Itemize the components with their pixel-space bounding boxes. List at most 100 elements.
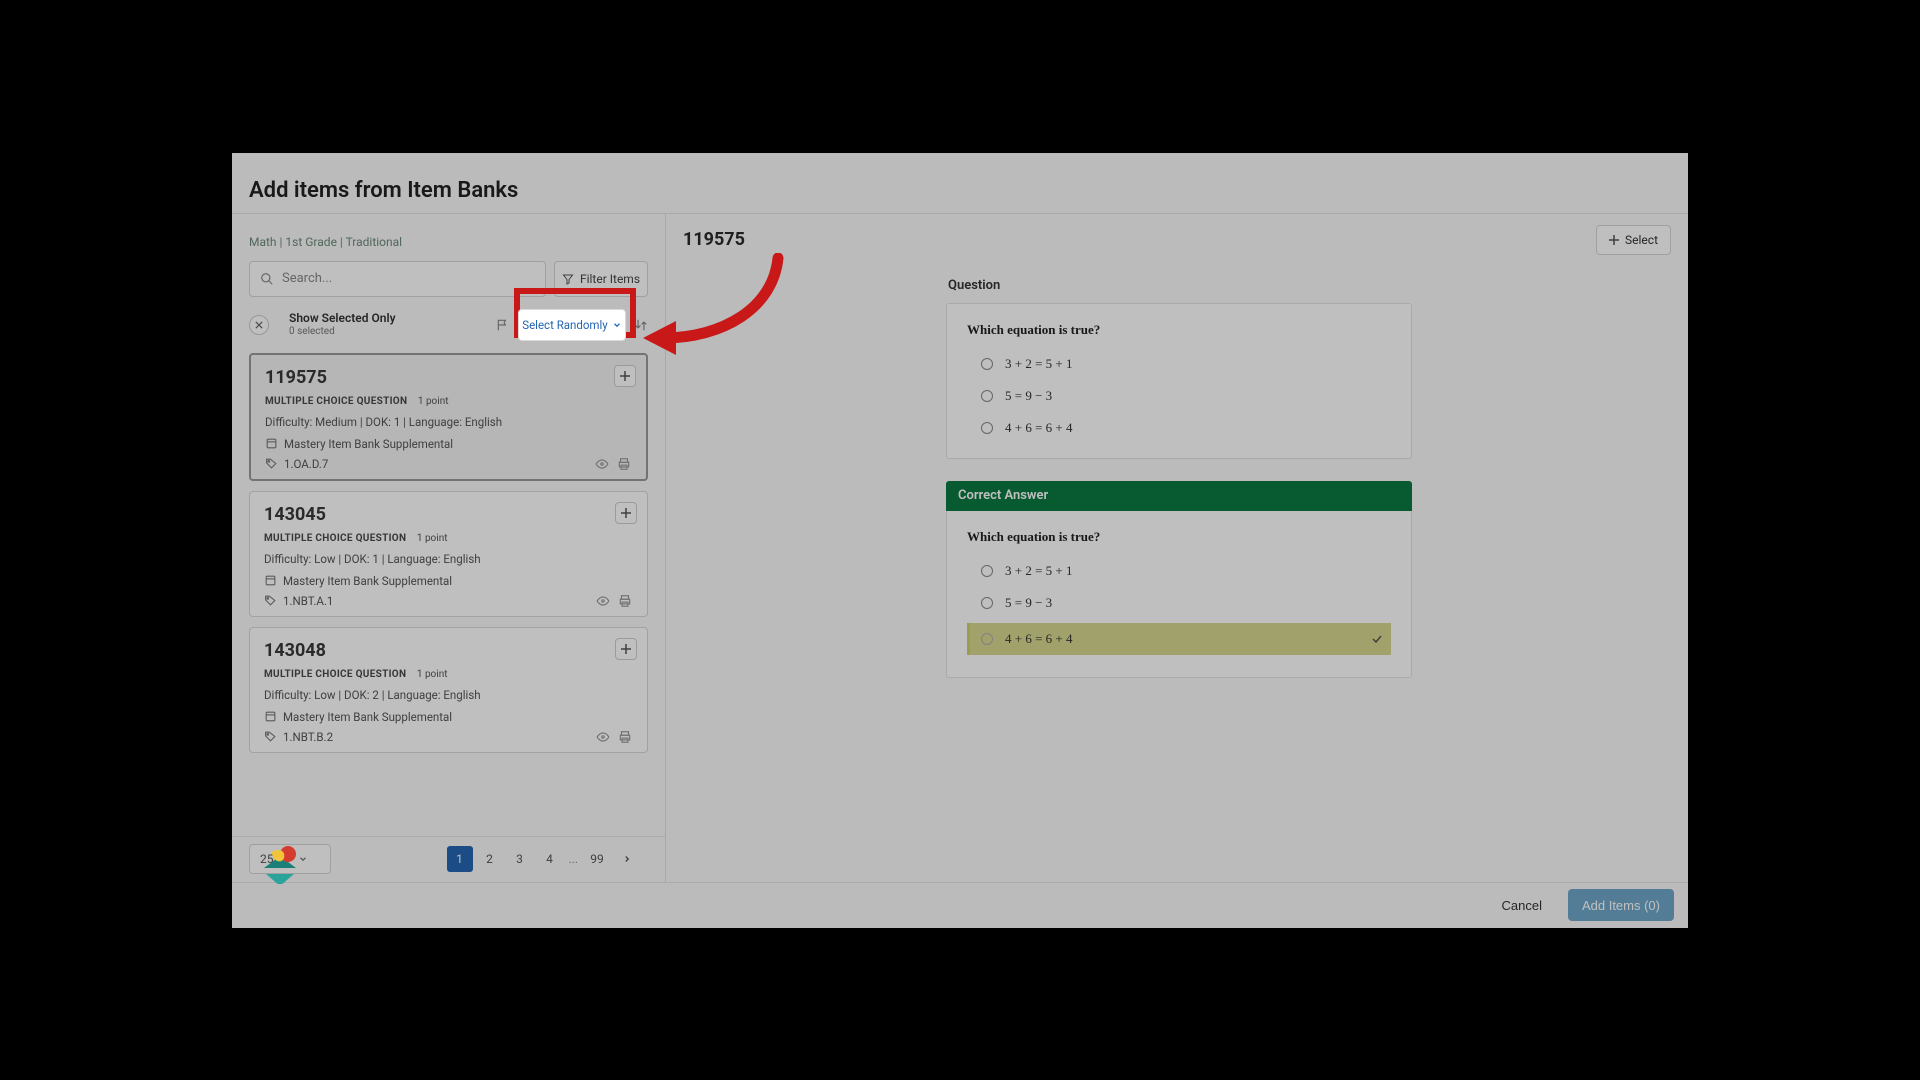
passage-icon[interactable] (595, 730, 611, 744)
modal-footer: Cancel Add Items (0) (232, 882, 1688, 928)
check-icon (1371, 633, 1383, 645)
item-footer: 1.NBT.B.2 (264, 730, 633, 744)
item-meta: Difficulty: Low | DOK: 2 | Language: Eng… (264, 688, 633, 702)
correct-answer-header: Correct Answer (946, 481, 1412, 511)
item-bank: Mastery Item Bank Supplemental (265, 437, 632, 451)
question-text: Which equation is true? (967, 529, 1391, 545)
page-button[interactable]: 3 (507, 846, 533, 872)
radio-icon (981, 597, 993, 609)
select-label: Select (1625, 233, 1658, 247)
answer-text: 4 + 6 = 6 + 4 (1005, 420, 1073, 436)
filter-label: Filter Items (580, 272, 640, 286)
answer-text: 5 = 9 − 3 (1005, 388, 1052, 404)
preview-id: 119575 (683, 229, 745, 250)
add-item-button[interactable] (614, 365, 636, 387)
preview-panel: 119575 Select Question Which equation is… (666, 213, 1688, 882)
chevron-down-icon (612, 320, 622, 330)
item-bank: Mastery Item Bank Supplemental (264, 574, 633, 588)
select-randomly-button[interactable]: Select Randomly (518, 309, 626, 341)
bank-icon (264, 710, 277, 723)
tag-icon (264, 594, 277, 607)
plus-icon (621, 508, 631, 518)
answer-text: 4 + 6 = 6 + 4 (1005, 631, 1073, 647)
answer-option[interactable]: 4 + 6 = 6 + 4 (981, 420, 1391, 436)
flag-icon[interactable] (496, 318, 510, 332)
question-panel: Which equation is true? 3 + 2 = 5 + 1 5 … (946, 303, 1412, 459)
sort-icon[interactable] (634, 318, 648, 332)
tag-icon (265, 457, 278, 470)
add-items-button[interactable]: Add Items (0) (1568, 889, 1674, 921)
item-standard: 1.NBT.B.2 (283, 730, 333, 744)
answer-option: 5 = 9 − 3 (981, 595, 1391, 611)
funnel-icon (562, 273, 574, 285)
answer-text: 3 + 2 = 5 + 1 (1005, 563, 1073, 579)
item-type: MULTIPLE CHOICE QUESTION (264, 669, 406, 680)
question-section-label: Question (948, 278, 1000, 293)
item-card[interactable]: 119575 MULTIPLE CHOICE QUESTION 1 point … (249, 353, 648, 481)
page-button[interactable]: 99 (584, 846, 610, 872)
pager: 1 2 3 4 ... 99 (447, 846, 641, 872)
radio-icon (981, 633, 993, 645)
print-icon[interactable] (617, 730, 633, 744)
item-type-row: MULTIPLE CHOICE QUESTION 1 point (265, 396, 632, 407)
item-bank-label: Mastery Item Bank Supplemental (283, 710, 452, 724)
item-id: 119575 (265, 367, 632, 388)
item-meta: Difficulty: Medium | DOK: 1 | Language: … (265, 415, 632, 429)
item-card[interactable]: 143048 MULTIPLE CHOICE QUESTION 1 point … (249, 627, 648, 753)
search-input[interactable]: Search... (249, 261, 546, 297)
filter-items-button[interactable]: Filter Items (554, 261, 648, 297)
passage-icon[interactable] (594, 457, 610, 471)
question-text: Which equation is true? (967, 322, 1391, 338)
item-bank-label: Mastery Item Bank Supplemental (283, 574, 452, 588)
left-panel: Math | 1st Grade | Traditional Search...… (232, 213, 666, 882)
preview-header: 119575 Select (683, 225, 1671, 255)
close-icon (255, 321, 263, 329)
correct-answer-panel: Which equation is true? 3 + 2 = 5 + 1 5 … (946, 511, 1412, 678)
selected-count: 0 selected (289, 326, 396, 338)
add-item-button[interactable] (615, 502, 637, 524)
search-icon (260, 272, 274, 286)
radio-icon (981, 565, 993, 577)
item-footer: 1.OA.D.7 (265, 457, 632, 471)
breadcrumb[interactable]: Math | 1st Grade | Traditional (249, 235, 402, 249)
item-meta: Difficulty: Low | DOK: 1 | Language: Eng… (264, 552, 633, 566)
answer-option: 3 + 2 = 5 + 1 (981, 563, 1391, 579)
tag-icon (264, 730, 277, 743)
radio-icon (981, 422, 993, 434)
help-widget-icon[interactable] (260, 844, 300, 884)
page-button[interactable]: 2 (477, 846, 503, 872)
search-row: Search... Filter Items (249, 261, 648, 297)
item-standard: 1.NBT.A.1 (283, 594, 333, 608)
add-item-button[interactable] (615, 638, 637, 660)
item-type-row: MULTIPLE CHOICE QUESTION 1 point (264, 533, 633, 544)
modal-add-items: Add items from Item Banks Math | 1st Gra… (232, 153, 1688, 928)
print-icon[interactable] (617, 594, 633, 608)
bank-icon (264, 574, 277, 587)
print-icon[interactable] (616, 457, 632, 471)
selection-labels: Show Selected Only 0 selected (289, 312, 396, 337)
item-standard: 1.OA.D.7 (284, 457, 328, 471)
clear-selection-button[interactable] (249, 315, 269, 335)
item-bank-label: Mastery Item Bank Supplemental (284, 437, 453, 451)
answer-text: 3 + 2 = 5 + 1 (1005, 356, 1073, 372)
plus-icon (1609, 235, 1619, 245)
cancel-button[interactable]: Cancel (1486, 889, 1558, 921)
item-points: 1 point (417, 669, 448, 680)
item-bank: Mastery Item Bank Supplemental (264, 710, 633, 724)
answer-option[interactable]: 3 + 2 = 5 + 1 (981, 356, 1391, 372)
item-id: 143048 (264, 640, 633, 661)
select-button[interactable]: Select (1596, 225, 1671, 255)
item-points: 1 point (418, 396, 449, 407)
page-button[interactable]: 4 (537, 846, 563, 872)
item-type: MULTIPLE CHOICE QUESTION (264, 533, 406, 544)
next-page-button[interactable] (614, 846, 640, 872)
search-placeholder: Search... (282, 271, 332, 286)
page-ellipsis: ... (567, 852, 581, 866)
item-points: 1 point (417, 533, 448, 544)
page-button[interactable]: 1 (447, 846, 473, 872)
item-card[interactable]: 143045 MULTIPLE CHOICE QUESTION 1 point … (249, 491, 648, 617)
passage-icon[interactable] (595, 594, 611, 608)
answer-text: 5 = 9 − 3 (1005, 595, 1052, 611)
page-title: Add items from Item Banks (249, 178, 518, 203)
answer-option[interactable]: 5 = 9 − 3 (981, 388, 1391, 404)
